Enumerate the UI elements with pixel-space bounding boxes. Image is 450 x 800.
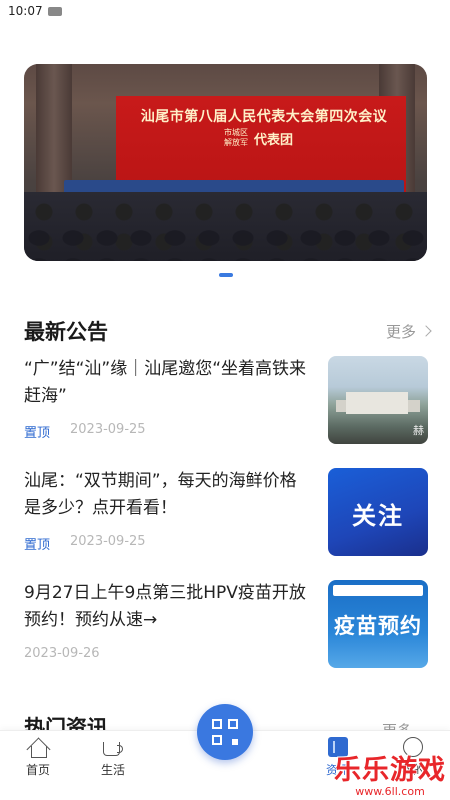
- banner-sub-line1: 市城区: [224, 128, 248, 137]
- more-label: 更多: [385, 322, 416, 341]
- news-meta: 置顶 2023-09-25: [24, 534, 146, 553]
- status-time: 10:07: [8, 4, 43, 18]
- banner-subtitle: 市城区 解放军 代表团: [224, 128, 293, 148]
- thumb-word: 疫苗预约: [334, 614, 422, 638]
- pin-badge: 置顶: [24, 426, 51, 441]
- news-title: “广”结“汕”缘｜汕尾邀您“坐着高铁来赶海”: [24, 359, 307, 406]
- news-meta: 2023-09-26: [24, 646, 100, 661]
- section-title: 最新公告: [24, 320, 108, 344]
- chevron-right-icon: [420, 325, 432, 337]
- banner-title: 汕尾市第八届人民代表大会第四次会议: [140, 109, 388, 125]
- qr-code-icon: [212, 719, 238, 745]
- news-item[interactable]: 9月27日上午9点第三批HPV疫苗开放预约！预约从速→ 2023-09-26 疫…: [24, 580, 428, 670]
- news-title: 汕尾：“双节期间”，每天的海鲜价格是多少？点开看看！: [24, 471, 297, 518]
- banner-crowd-front: [24, 224, 427, 261]
- tab-label: 首页: [25, 763, 50, 777]
- more-button[interactable]: 更多: [385, 321, 432, 342]
- announcements-header: 最新公告 更多: [24, 316, 432, 346]
- news-item[interactable]: 汕尾：“双节期间”，每天的海鲜价格是多少？点开看看！ 置顶 2023-09-25…: [24, 468, 428, 558]
- banner-sub-line2: 解放军: [224, 138, 248, 147]
- news-date: 2023-09-25: [70, 534, 146, 549]
- notification-icon: [47, 6, 62, 16]
- news-thumbnail: 赫: [328, 356, 428, 444]
- banner-carousel[interactable]: 汕尾市第八届人民代表大会第四次会议 市城区 解放军 代表团: [24, 64, 427, 261]
- news-thumbnail: 疫苗预约: [328, 580, 428, 668]
- banner-sub-big: 代表团: [254, 132, 294, 148]
- news-item[interactable]: “广”结“汕”缘｜汕尾邀您“坐着高铁来赶海” 置顶 2023-09-25 赫: [24, 356, 428, 446]
- news-meta: 置顶 2023-09-25: [24, 422, 146, 441]
- pin-badge: 置顶: [24, 538, 51, 553]
- watermark: 乐乐游戏 www.6ll.com: [334, 748, 446, 798]
- carousel-indicator: [219, 273, 233, 277]
- watermark-name: 乐乐游戏: [334, 755, 446, 786]
- tab-home[interactable]: 首页: [13, 737, 63, 778]
- thumb-word: 关注: [352, 502, 404, 530]
- cup-icon: [101, 737, 125, 757]
- news-title: 9月27日上午9点第三批HPV疫苗开放预约！预约从速→: [24, 583, 306, 630]
- news-date: 2023-09-26: [24, 646, 100, 661]
- status-bar: 10:07: [0, 0, 450, 22]
- thumb-building: [346, 392, 408, 414]
- tab-life[interactable]: 生活: [88, 737, 138, 778]
- home-icon: [27, 737, 49, 758]
- scan-qr-button[interactable]: [197, 704, 253, 760]
- news-date: 2023-09-25: [70, 422, 146, 437]
- tab-label: 生活: [100, 763, 125, 777]
- thumb-mark: 赫: [413, 424, 424, 437]
- news-thumbnail: 关注: [328, 468, 428, 556]
- thumb-header: [333, 585, 423, 596]
